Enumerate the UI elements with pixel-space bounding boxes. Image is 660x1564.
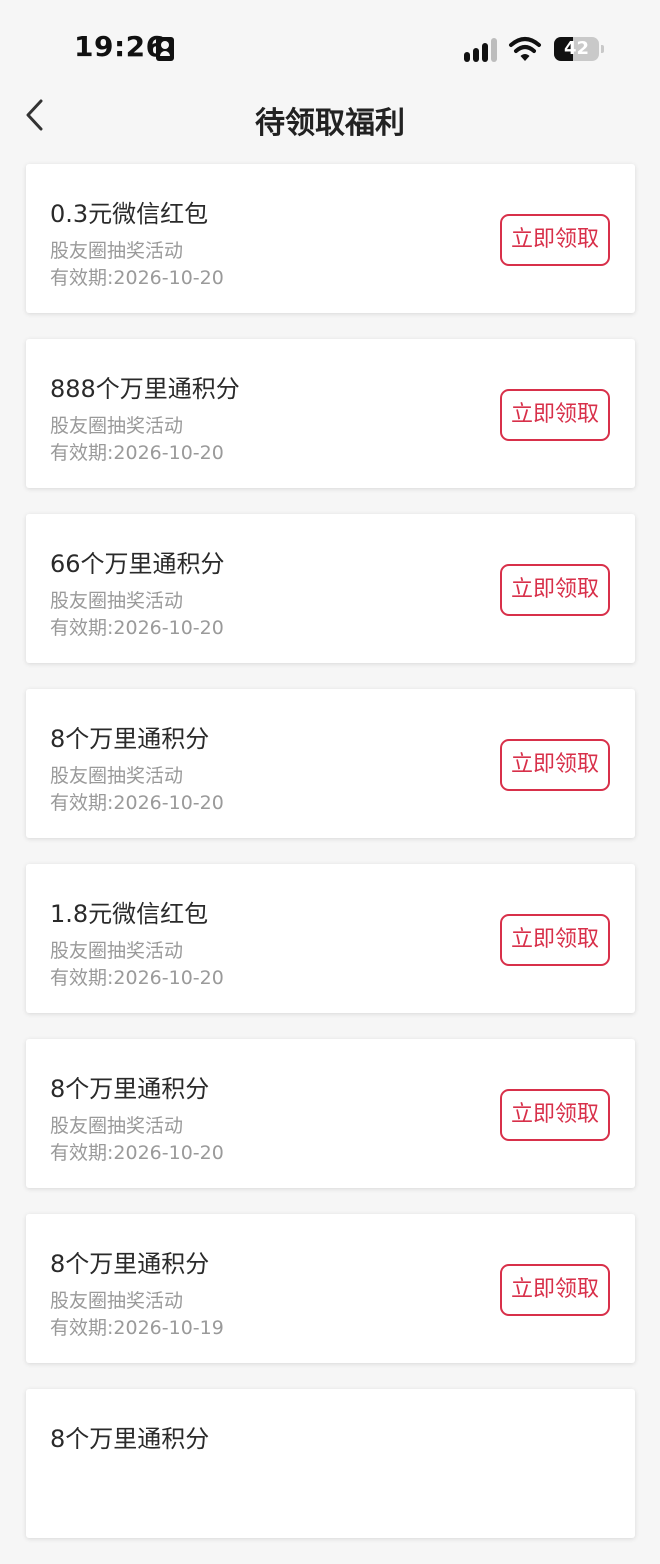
reward-title: 1.8元微信红包	[50, 900, 209, 928]
reward-expiry-date: 有效期:2026-10-20	[50, 792, 224, 814]
reward-source: 股友圈抽奖活动	[50, 1115, 184, 1137]
reward-expiry-date: 有效期:2026-10-20	[50, 617, 224, 639]
reward-card: 8个万里通积分 股友圈抽奖活动 有效期:2026-10-20 立即领取	[26, 1039, 635, 1188]
reward-card-partial: 8个万里通积分	[26, 1389, 635, 1538]
reward-expiry-date: 有效期:2026-10-19	[50, 1317, 224, 1339]
battery-icon: 42	[554, 37, 604, 61]
reward-card: 888个万里通积分 股友圈抽奖活动 有效期:2026-10-20 立即领取	[26, 339, 635, 488]
navigation-bar: 待领取福利	[0, 90, 660, 146]
cellular-signal-icon	[464, 38, 498, 62]
reward-title: 8个万里通积分	[50, 1250, 210, 1278]
reward-card: 8个万里通积分 股友圈抽奖活动 有效期:2026-10-20 立即领取	[26, 689, 635, 838]
reward-card: 0.3元微信红包 股友圈抽奖活动 有效期:2026-10-20 立即领取	[26, 164, 635, 313]
reward-expiry-date: 有效期:2026-10-20	[50, 967, 224, 989]
status-bar: 19:26 42	[0, 0, 660, 90]
claim-now-button[interactable]: 立即领取	[500, 389, 610, 441]
status-time: 19:26	[74, 30, 166, 63]
wifi-icon	[508, 35, 542, 63]
page-title: 待领取福利	[255, 106, 405, 141]
reward-source: 股友圈抽奖活动	[50, 590, 184, 612]
reward-title: 0.3元微信红包	[50, 200, 209, 228]
reward-source: 股友圈抽奖活动	[50, 415, 184, 437]
contact-card-icon	[156, 37, 174, 61]
reward-card: 66个万里通积分 股友圈抽奖活动 有效期:2026-10-20 立即领取	[26, 514, 635, 663]
reward-card: 8个万里通积分 股友圈抽奖活动 有效期:2026-10-19 立即领取	[26, 1214, 635, 1363]
reward-expiry-date: 有效期:2026-10-20	[50, 1142, 224, 1164]
reward-expiry-date: 有效期:2026-10-20	[50, 267, 224, 289]
reward-title: 66个万里通积分	[50, 550, 225, 578]
reward-list: 0.3元微信红包 股友圈抽奖活动 有效期:2026-10-20 立即领取 888…	[26, 164, 635, 1564]
reward-card: 1.8元微信红包 股友圈抽奖活动 有效期:2026-10-20 立即领取	[26, 864, 635, 1013]
claim-now-button[interactable]: 立即领取	[500, 739, 610, 791]
reward-title: 8个万里通积分	[50, 1075, 210, 1103]
battery-level: 42	[563, 38, 590, 59]
reward-source: 股友圈抽奖活动	[50, 1290, 184, 1312]
claim-now-button[interactable]: 立即领取	[500, 1089, 610, 1141]
reward-expiry-date: 有效期:2026-10-20	[50, 442, 224, 464]
reward-title: 8个万里通积分	[50, 1425, 210, 1453]
reward-source: 股友圈抽奖活动	[50, 940, 184, 962]
claim-now-button[interactable]: 立即领取	[500, 214, 610, 266]
claim-now-button[interactable]: 立即领取	[500, 564, 610, 616]
reward-source: 股友圈抽奖活动	[50, 240, 184, 262]
claim-now-button[interactable]: 立即领取	[500, 1264, 610, 1316]
reward-source: 股友圈抽奖活动	[50, 765, 184, 787]
reward-title: 8个万里通积分	[50, 725, 210, 753]
claim-now-button[interactable]: 立即领取	[500, 914, 610, 966]
reward-title: 888个万里通积分	[50, 375, 240, 403]
